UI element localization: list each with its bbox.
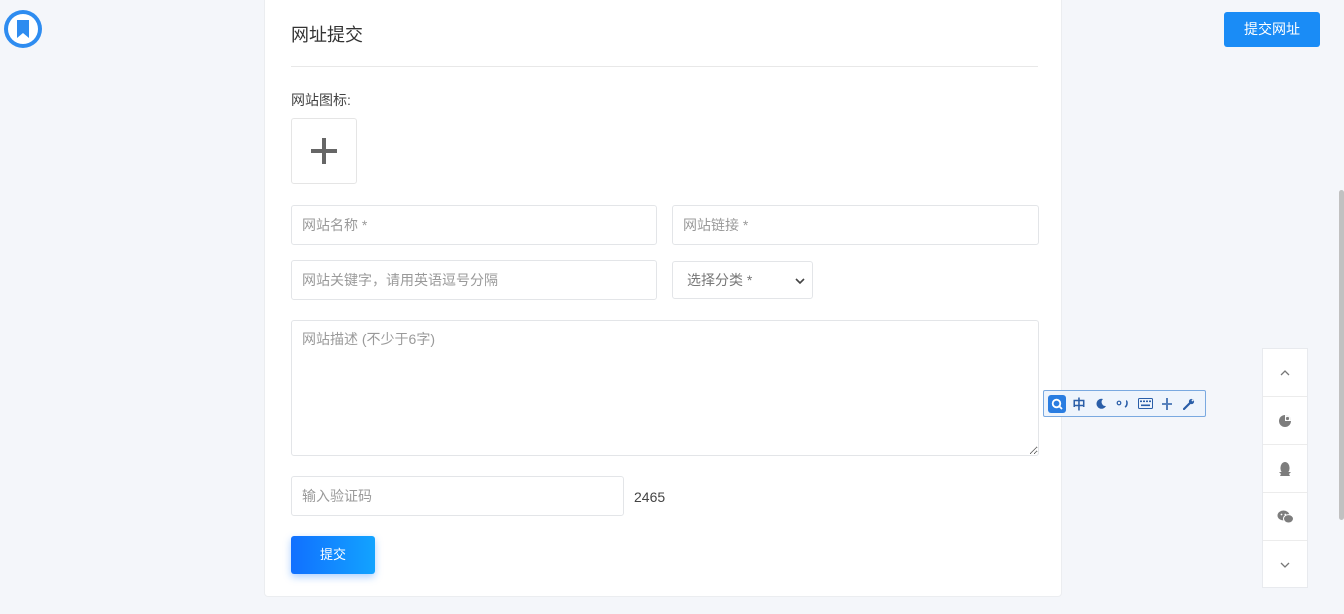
icon-upload-button[interactable] bbox=[291, 118, 357, 184]
description-textarea[interactable] bbox=[291, 320, 1039, 456]
page-title: 网址提交 bbox=[291, 25, 363, 45]
theme-toggle-button[interactable] bbox=[1263, 397, 1307, 445]
chevron-up-icon bbox=[1280, 369, 1290, 375]
ime-mode-toggle[interactable]: 中 bbox=[1070, 395, 1088, 413]
site-icon-label: 网站图标: bbox=[291, 92, 351, 108]
side-tools bbox=[1262, 348, 1308, 588]
captcha-code[interactable]: 2465 bbox=[634, 489, 665, 505]
chevron-down-icon bbox=[1280, 562, 1290, 568]
keyboard-icon[interactable] bbox=[1136, 395, 1154, 413]
wrench-icon[interactable] bbox=[1180, 395, 1198, 413]
ime-toolbar[interactable]: 中 bbox=[1043, 390, 1206, 417]
scroll-bottom-button[interactable] bbox=[1263, 541, 1307, 589]
submit-button[interactable]: 提交 bbox=[291, 536, 375, 574]
category-select-value: 选择分类 * bbox=[687, 272, 753, 288]
punctuation-icon[interactable] bbox=[1114, 395, 1132, 413]
keywords-input[interactable] bbox=[291, 260, 657, 300]
site-logo[interactable] bbox=[4, 10, 42, 48]
plus-icon bbox=[311, 138, 337, 164]
theme-toggle-icon bbox=[1279, 414, 1291, 427]
scrollbar-thumb[interactable] bbox=[1339, 190, 1344, 520]
ime-logo-icon[interactable] bbox=[1048, 394, 1066, 413]
bookmark-icon bbox=[8, 14, 38, 44]
wechat-icon bbox=[1277, 510, 1294, 523]
captcha-input[interactable] bbox=[291, 476, 624, 516]
chevron-down-icon bbox=[795, 278, 805, 285]
qq-button[interactable] bbox=[1263, 445, 1307, 493]
submit-form-card: 网址提交 网站图标: 选择分类 * 2465 提交 bbox=[264, 0, 1062, 597]
site-name-input[interactable] bbox=[291, 205, 657, 245]
wechat-button[interactable] bbox=[1263, 493, 1307, 541]
qq-icon bbox=[1279, 461, 1291, 476]
page-scrollbar[interactable] bbox=[1338, 0, 1344, 614]
title-divider bbox=[291, 66, 1038, 67]
category-select[interactable]: 选择分类 * bbox=[672, 261, 813, 299]
split-icon[interactable] bbox=[1158, 395, 1176, 413]
scroll-top-button[interactable] bbox=[1263, 349, 1307, 397]
moon-icon[interactable] bbox=[1092, 395, 1110, 413]
site-url-input[interactable] bbox=[672, 205, 1039, 245]
submit-site-button[interactable]: 提交网址 bbox=[1224, 12, 1320, 47]
